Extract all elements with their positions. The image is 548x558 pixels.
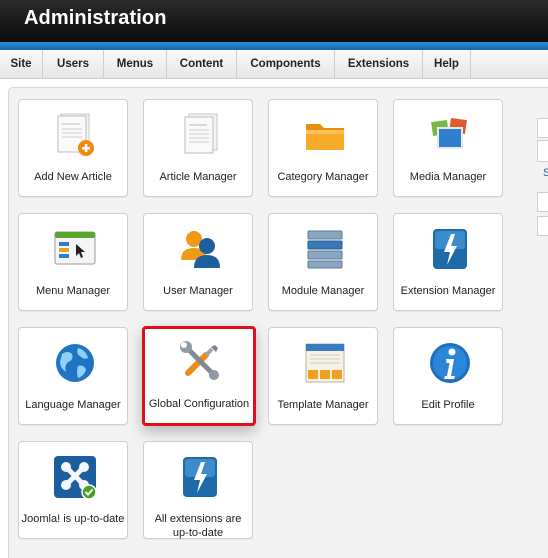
tile-label: Menu Manager [36,285,110,297]
tile-joomla-status[interactable]: Joomla! is up-to-date [18,441,128,539]
template-icon [305,343,345,383]
side-panel-box [537,216,548,236]
menu-content[interactable]: Content [167,50,237,78]
tile-label: Add New Article [34,171,112,183]
tile-menu-manager[interactable]: Menu Manager [18,213,128,311]
extension-bolt-icon [183,457,217,497]
menu-help[interactable]: Help [423,50,471,78]
tile-add-new-article[interactable]: Add New Article [18,99,128,197]
tile-media-manager[interactable]: Media Manager [393,99,503,197]
admin-header: Administration [0,0,548,42]
tile-category-manager[interactable]: Category Manager [268,99,378,197]
joomla-check-icon [54,456,97,500]
tile-label: User Manager [163,285,233,297]
side-panel-box [537,140,548,162]
side-panel-box [537,118,548,138]
folder-icon [306,124,344,150]
tile-template-manager[interactable]: Template Manager [268,327,378,425]
article-manager-icon [184,113,218,154]
menu-extensions[interactable]: Extensions [335,50,423,78]
tile-language-manager[interactable]: Language Manager [18,327,128,425]
main-menu-bar: Site Users Menus Content Components Exte… [0,50,548,79]
side-panel-box [537,192,548,212]
users-icon [181,231,220,268]
globe-icon [56,344,94,382]
tile-module-manager[interactable]: Module Manager [268,213,378,311]
tile-label: Edit Profile [421,399,475,411]
tile-label: Article Manager [159,171,237,183]
menu-site[interactable]: Site [0,50,43,78]
tile-label: Language Manager [25,399,121,411]
info-icon [430,343,470,383]
side-panel-text[interactable]: S [543,167,548,179]
tile-edit-profile[interactable]: Edit Profile [393,327,503,425]
menu-manager-icon [54,231,96,265]
tile-article-manager[interactable]: Article Manager [143,99,253,197]
tile-label: Global Configuration [148,398,250,410]
tile-label: All extensions are up-to-date [154,513,242,539]
add-article-icon [57,113,94,156]
tile-extension-manager[interactable]: Extension Manager [393,213,503,311]
tile-label: Media Manager [409,171,487,183]
tile-label: Joomla! is up-to-date [21,513,125,525]
tile-label: Template Manager [277,399,369,411]
page-title: Administration [24,7,167,29]
tile-label: Extension Manager [400,285,496,297]
media-icon [428,115,470,149]
wrench-screwdriver-icon [180,341,219,380]
extension-bolt-icon [433,229,467,269]
tile-label: Category Manager [277,171,369,183]
tile-global-configuration[interactable]: Global Configuration [142,326,256,426]
tile-label: Module Manager [281,285,365,297]
menu-menus[interactable]: Menus [104,50,167,78]
tile-extensions-status[interactable]: All extensions are up-to-date [143,441,253,539]
menu-users[interactable]: Users [43,50,104,78]
tile-user-manager[interactable]: User Manager [143,213,253,311]
module-icon [307,230,343,269]
menu-components[interactable]: Components [237,50,335,78]
header-accent-bar [0,42,548,50]
